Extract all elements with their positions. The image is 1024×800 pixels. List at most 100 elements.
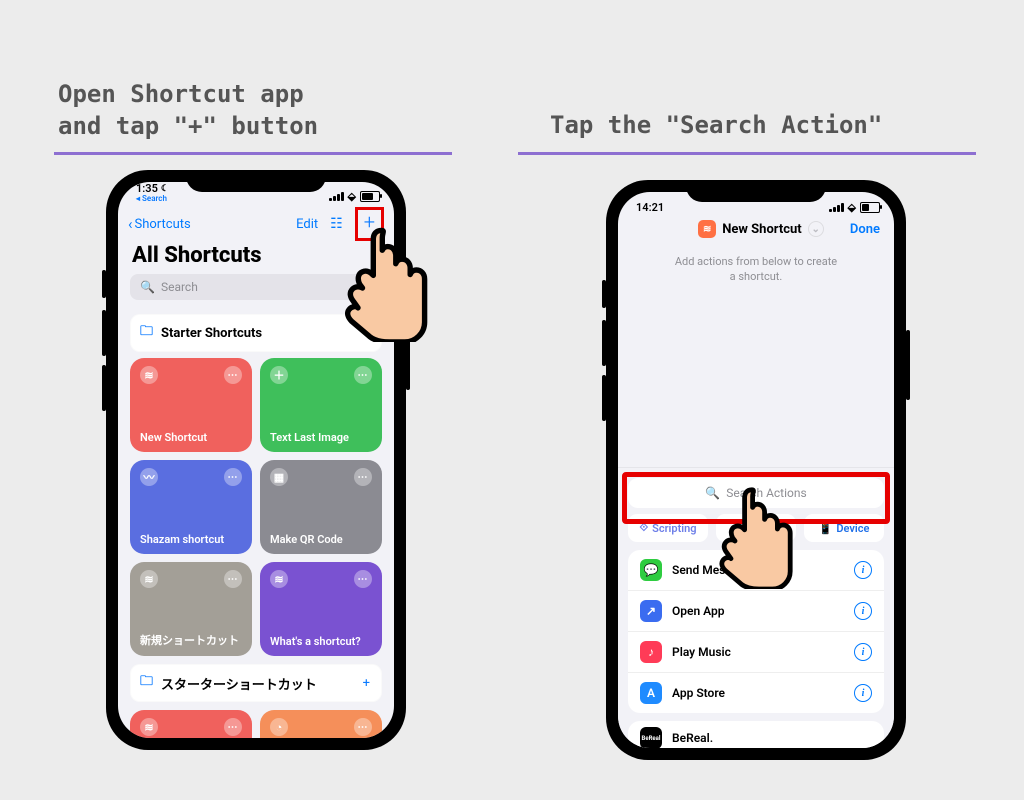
moon-icon: ☾: [161, 184, 169, 194]
search-icon: 🔍: [140, 280, 155, 294]
shortcuts-grid: ≋⋯◔⋯: [118, 710, 394, 738]
battery-icon: [860, 202, 880, 213]
shortcuts-grid: ≋ ⋯ New Shortcut ＋ ⋯ Text Last Image 〰 ⋯ Shazam …: [118, 358, 394, 656]
shortcut-tile[interactable]: ≋ ⋯ New Shortcut: [130, 358, 252, 452]
tile-label: Make QR Code: [270, 533, 343, 546]
step2-caption-underline: [518, 152, 976, 155]
app-icon: 💬: [640, 559, 662, 581]
status-time: 14:21: [636, 201, 664, 214]
step1-caption-underline: [54, 152, 452, 155]
phone-side-button: [102, 365, 106, 411]
shortcut-tile[interactable]: ◔⋯: [260, 710, 382, 738]
tile-icon: ▦: [270, 468, 288, 486]
phone-notch: [686, 180, 826, 202]
tile-more-icon[interactable]: ⋯: [354, 468, 372, 486]
category-label: Device: [836, 522, 869, 535]
phone-side-button: [102, 310, 106, 356]
phone-side-button: [602, 320, 606, 366]
category-icon: ⟐: [639, 521, 648, 535]
wifi-icon: ⬙: [348, 190, 356, 203]
hand-pointer-icon: [715, 485, 795, 589]
bereal-icon: BeReal: [640, 727, 662, 748]
phone-side-button: [602, 280, 606, 308]
chevron-down-icon: ⌄: [808, 221, 824, 237]
done-button[interactable]: Done: [850, 222, 880, 237]
shortcut-tile[interactable]: ≋⋯: [130, 710, 252, 738]
wifi-icon: ⬙: [848, 201, 856, 214]
battery-icon: [360, 191, 380, 202]
shortcut-tile[interactable]: ＋ ⋯ Text Last Image: [260, 358, 382, 452]
chevron-left-icon: ‹: [128, 215, 133, 233]
info-icon[interactable]: i: [854, 602, 872, 620]
app-icon: A: [640, 682, 662, 704]
app-icon: ↗: [640, 600, 662, 622]
category-pill-device[interactable]: 📱Device: [804, 514, 884, 542]
tile-label: Text Last Image: [270, 431, 349, 444]
hand-pointer-icon: [340, 225, 430, 342]
list-item[interactable]: A App Store i: [628, 672, 884, 713]
list-item[interactable]: ↗ Open App i: [628, 590, 884, 631]
info-icon[interactable]: i: [854, 561, 872, 579]
nav-back-button[interactable]: ‹ Shortcuts: [128, 215, 191, 233]
tile-more-icon[interactable]: ⋯: [224, 718, 242, 736]
info-icon[interactable]: i: [854, 643, 872, 661]
shortcut-tile[interactable]: ▦ ⋯ Make QR Code: [260, 460, 382, 554]
list-item-label: Play Music: [672, 645, 731, 659]
signal-icon: [329, 192, 344, 201]
list-item[interactable]: ♪ Play Music i: [628, 631, 884, 672]
section-starter-shortcuts-jp[interactable]: 🗀 スターターショートカット +: [130, 664, 382, 702]
section-add-button[interactable]: +: [363, 676, 370, 691]
phone-notch: [186, 170, 326, 192]
list-item-label: Open App: [672, 604, 725, 618]
category-icon: 📱: [819, 522, 833, 535]
category-pill-scripting[interactable]: ⟐ Scripting: [628, 514, 708, 542]
folder-icon: 🗀: [140, 672, 153, 694]
tile-label: New Shortcut: [140, 431, 207, 444]
signal-icon: [829, 203, 844, 212]
section-title: スターターショートカット: [161, 674, 317, 693]
info-icon[interactable]: i: [854, 684, 872, 702]
phone-side-button: [102, 270, 106, 298]
list-item[interactable]: BeReal BeReal.: [628, 721, 884, 748]
shortcut-title[interactable]: ≋ New Shortcut ⌄: [698, 220, 824, 238]
tile-icon: ◔: [270, 718, 288, 736]
shortcut-tile[interactable]: 〰 ⋯ Shazam shortcut: [130, 460, 252, 554]
phone-step2: 14:21 ⬙ ≋ New Shortcut ⌄ Done Add action…: [606, 180, 906, 760]
folder-icon: 🗀: [140, 322, 153, 344]
section-title: Starter Shortcuts: [161, 326, 262, 341]
step2-caption: Tap the "Search Action": [550, 109, 882, 141]
tile-icon: ≋: [270, 570, 288, 588]
shortcut-tile[interactable]: ≋ ⋯ 新規ショートカット: [130, 562, 252, 656]
edit-button[interactable]: Edit: [296, 217, 318, 232]
tile-label: Shazam shortcut: [140, 533, 224, 546]
tile-more-icon[interactable]: ⋯: [224, 570, 242, 588]
shortcut-app-icon: ≋: [698, 220, 716, 238]
tile-more-icon[interactable]: ⋯: [354, 718, 372, 736]
tile-label: 新規ショートカット: [140, 632, 239, 648]
shortcut-title-label: New Shortcut: [722, 222, 802, 237]
tile-more-icon[interactable]: ⋯: [224, 468, 242, 486]
phone-side-button: [602, 375, 606, 421]
tile-icon: ≋: [140, 718, 158, 736]
shortcut-tile[interactable]: ≋ ⋯ What's a shortcut?: [260, 562, 382, 656]
nav-row: ≋ New Shortcut ⌄ Done: [618, 214, 894, 242]
app-icon: ♪: [640, 641, 662, 663]
tile-icon: ≋: [140, 366, 158, 384]
tile-icon: 〰: [140, 468, 158, 486]
hint-text: Add actions from below to create a short…: [618, 242, 894, 285]
phone-side-button: [906, 330, 910, 400]
tile-icon: ≋: [140, 570, 158, 588]
search-placeholder: Search: [161, 280, 198, 294]
list-item-label: BeReal.: [672, 731, 713, 745]
back-crumb[interactable]: ◂ Search: [136, 194, 167, 203]
nav-back-label: Shortcuts: [135, 217, 191, 232]
tile-more-icon[interactable]: ⋯: [224, 366, 242, 384]
tile-more-icon[interactable]: ⋯: [354, 366, 372, 384]
tile-more-icon[interactable]: ⋯: [354, 570, 372, 588]
category-label: Scripting: [652, 522, 696, 535]
screen-step2: 14:21 ⬙ ≋ New Shortcut ⌄ Done Add action…: [618, 192, 894, 748]
tile-icon: ＋: [270, 366, 288, 384]
step1-caption: Open Shortcut app and tap "+" button: [58, 78, 318, 143]
list-item-label: App Store: [672, 686, 725, 700]
tile-label: What's a shortcut?: [270, 635, 361, 648]
